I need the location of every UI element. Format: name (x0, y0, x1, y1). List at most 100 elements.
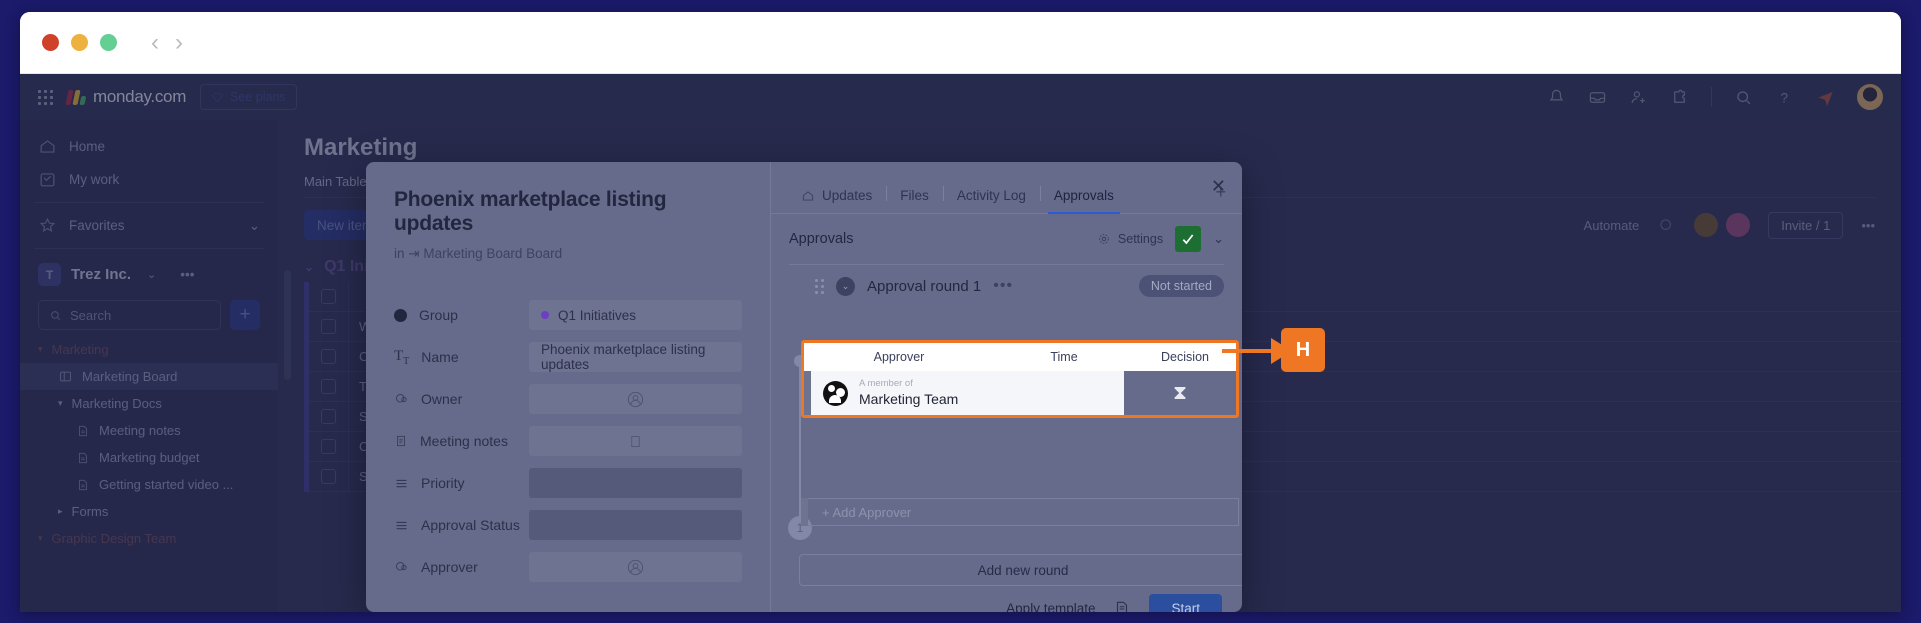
field-value-priority[interactable] (529, 468, 742, 498)
field-meeting-notes: Meeting notes (394, 420, 742, 462)
field-label: Approval Status (394, 517, 529, 533)
field-label-text: Name (421, 349, 458, 365)
status-icon (394, 518, 409, 533)
text-icon: TT (394, 348, 409, 367)
tab-label: Files (900, 188, 929, 203)
tab-label: Updates (822, 188, 872, 203)
browser-window: ‹ › monday.com See plans (20, 12, 1901, 612)
field-label-text: Approval Status (421, 517, 520, 533)
approver-table-highlighted: Approver Time Decision A member of Marke… (801, 340, 1239, 418)
add-approver-row[interactable]: + Add Approver (801, 498, 1239, 526)
field-label: Priority (394, 475, 529, 491)
nav-arrows: ‹ › (151, 31, 183, 55)
field-label-text: Meeting notes (420, 433, 508, 449)
tab-label: Activity Log (957, 188, 1026, 203)
field-priority: Priority (394, 462, 742, 504)
nav-back-icon[interactable]: ‹ (151, 31, 159, 55)
field-label-text: Group (419, 307, 458, 323)
tab-label: Approvals (1054, 188, 1114, 203)
field-label-text: Owner (421, 391, 462, 407)
approver-prefix: A member of (859, 379, 958, 389)
approver-text: A member of Marketing Team (859, 379, 958, 406)
field-label: Group (394, 307, 529, 323)
modal-right-pane: ✕ Updates Files Activity Log (770, 162, 1242, 612)
team-avatar-icon (823, 381, 848, 406)
field-value-name[interactable]: Phoenix marketplace listing updates (529, 342, 742, 372)
field-label: Owner (394, 391, 529, 407)
modal-title: Phoenix marketplace listing updates (394, 188, 742, 236)
field-label: TT Name (394, 348, 529, 367)
field-label: Approver (394, 559, 529, 575)
avatar-placeholder-icon (626, 390, 645, 409)
chevron-down-icon[interactable]: ⌄ (836, 277, 855, 296)
circle-icon (394, 309, 407, 322)
check-icon (1180, 231, 1196, 247)
nav-forward-icon[interactable]: › (175, 31, 183, 55)
doc-placeholder-icon (628, 434, 643, 449)
window-maximize-button[interactable] (100, 34, 117, 51)
row-accent-bar (801, 498, 808, 526)
group-color-dot (541, 311, 549, 319)
template-icon[interactable] (1113, 600, 1131, 613)
field-name: TT Name Phoenix marketplace listing upda… (394, 336, 742, 378)
tab-approvals[interactable]: Approvals (1040, 182, 1128, 213)
field-owner: Owner (394, 378, 742, 420)
modal-fields: Group Q1 Initiatives TT Name (394, 294, 742, 588)
apply-template-button[interactable]: Apply template (1006, 601, 1095, 612)
chevron-down-icon[interactable]: ⌄ (1213, 231, 1224, 247)
window-close-button[interactable] (42, 34, 59, 51)
doc-icon (394, 434, 408, 448)
approval-round-row: ⌄ Approval round 1 ••• Not started (771, 265, 1242, 307)
status-badge: Not started (1139, 275, 1224, 297)
approver-row[interactable]: A member of Marketing Team ⧗ (804, 371, 1236, 415)
modal-breadcrumb: in ⇥ Marketing Board Board (394, 246, 742, 262)
field-group: Group Q1 Initiatives (394, 294, 742, 336)
field-value-owner[interactable] (529, 384, 742, 414)
close-icon[interactable]: ✕ (1211, 176, 1226, 197)
modal-left-pane: Phoenix marketplace listing updates in ⇥… (366, 162, 770, 612)
column-header-approver: Approver (804, 350, 994, 364)
field-approver: Approver (394, 546, 742, 588)
window-minimize-button[interactable] (71, 34, 88, 51)
approver-cell[interactable]: A member of Marketing Team (811, 371, 1124, 415)
home-icon (801, 189, 815, 203)
field-value-meeting-notes[interactable] (529, 426, 742, 456)
tab-updates[interactable]: Updates (787, 182, 886, 213)
column-header-time: Time (994, 350, 1134, 364)
field-label-text: Priority (421, 475, 465, 491)
approver-table-header: Approver Time Decision (804, 343, 1236, 371)
decision-cell[interactable]: ⧗ (1124, 371, 1236, 415)
item-detail-modal: Phoenix marketplace listing updates in ⇥… (366, 162, 1242, 612)
field-label: Meeting notes (394, 433, 529, 449)
field-value-text: Q1 Initiatives (558, 308, 636, 323)
panel-tabs: Updates Files Activity Log Approvals + (771, 162, 1242, 214)
add-approver-label: + Add Approver (808, 498, 1239, 526)
field-approval-status: Approval Status (394, 504, 742, 546)
tab-activity-log[interactable]: Activity Log (943, 182, 1040, 213)
tab-files[interactable]: Files (886, 182, 943, 213)
callout-badge: H (1281, 328, 1325, 372)
panel-footer-actions: Apply template Start (1006, 594, 1222, 612)
hourglass-icon: ⧗ (1173, 382, 1187, 405)
approval-round-name: Approval round 1 (867, 278, 981, 295)
column-header-decision: Decision (1134, 350, 1236, 364)
start-button[interactable]: Start (1149, 594, 1222, 612)
drag-handle-icon[interactable] (815, 279, 824, 294)
field-value-approver[interactable] (529, 552, 742, 582)
gear-icon (1097, 232, 1111, 246)
field-label-text: Approver (421, 559, 478, 575)
field-value-approval-status[interactable] (529, 510, 742, 540)
approvals-header: Approvals Settings ⌄ (771, 214, 1242, 264)
settings-button[interactable]: Settings (1097, 232, 1163, 246)
approvals-title: Approvals (789, 231, 853, 247)
approver-name: Marketing Team (859, 391, 958, 407)
green-check-icon[interactable] (1175, 226, 1201, 252)
status-icon (394, 476, 409, 491)
people-icon (394, 560, 409, 575)
avatar-placeholder-icon (626, 558, 645, 577)
field-value-group[interactable]: Q1 Initiatives (529, 300, 742, 330)
browser-titlebar: ‹ › (20, 12, 1901, 74)
round-more-icon[interactable]: ••• (993, 277, 1013, 295)
approvals-header-actions: Settings ⌄ (1097, 226, 1224, 252)
add-new-round-button[interactable]: Add new round (799, 554, 1242, 586)
